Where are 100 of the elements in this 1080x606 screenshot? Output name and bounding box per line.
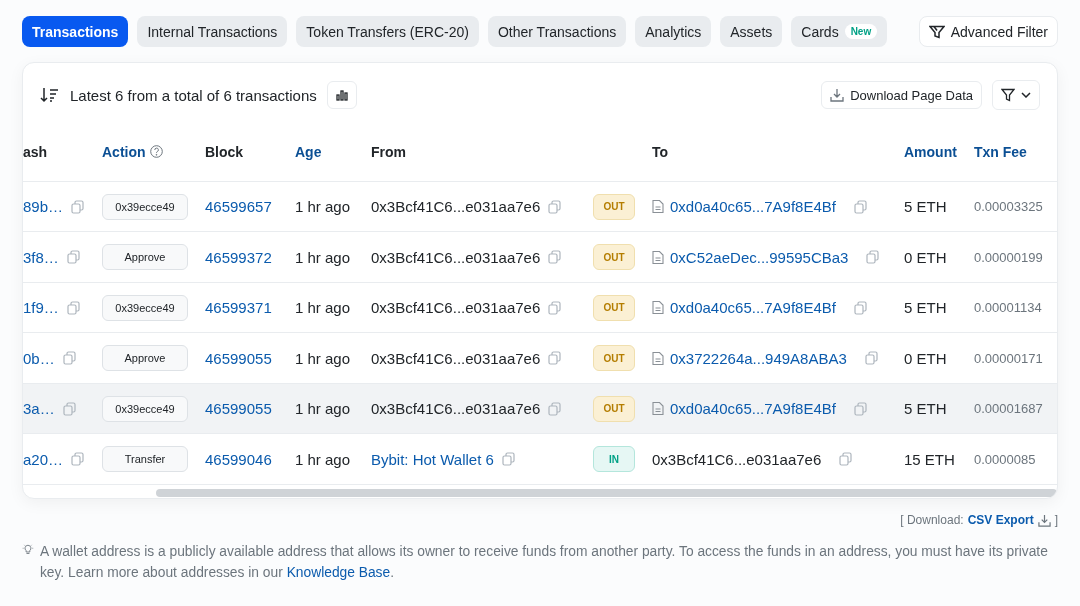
to-address: 0x3Bcf41C6...e031aa7e6 [652, 450, 822, 468]
column-header[interactable]: Action [102, 143, 205, 160]
out-badge: OUT [593, 345, 635, 372]
export-bracket: ] [1054, 513, 1058, 527]
chart-button[interactable] [326, 81, 357, 110]
download-button[interactable]: Download Page Data [821, 81, 982, 110]
hash-link[interactable]: 3f8… [23, 248, 59, 266]
fee-text: 0.00001134 [974, 300, 1042, 316]
tab[interactable]: Token Transfers (ERC-20) [296, 16, 479, 47]
amount-text: 0 ETH [904, 349, 947, 367]
block-link[interactable]: 46599055 [205, 400, 272, 418]
from-address: 0x3Bcf41C6...e031aa7e6 [371, 400, 541, 418]
download-icon [830, 88, 845, 103]
caret-icon [1021, 92, 1031, 99]
csv-export-link[interactable]: CSV Export [967, 513, 1051, 527]
copy-icon[interactable] [62, 401, 76, 416]
fee-text: 0.00001687 [974, 401, 1043, 417]
download-icon [1037, 513, 1051, 527]
action-tag: Approve [102, 345, 188, 372]
column-header[interactable]: Amount [904, 143, 974, 160]
sort-icon [40, 87, 60, 104]
age-text: 1 hr ago [295, 349, 351, 367]
from-address: 0x3Bcf41C6...e031aa7e6 [371, 349, 541, 367]
age-text: 1 hr ago [295, 198, 351, 216]
age-text: 1 hr ago [295, 400, 351, 418]
block-link[interactable]: 46599046 [205, 450, 272, 468]
action-tag: 0x39ecce49 [102, 193, 188, 220]
copy-icon[interactable] [864, 351, 878, 366]
advanced-filter-button[interactable]: Advanced Filter [918, 16, 1058, 47]
copy-icon[interactable] [66, 250, 80, 265]
action-tag: Transfer [102, 446, 188, 473]
in-badge: IN [593, 446, 635, 473]
block-link[interactable]: 46599372 [205, 248, 272, 266]
copy-icon[interactable] [866, 250, 880, 265]
tab[interactable]: Internal Transactions [137, 16, 288, 47]
copy-icon[interactable] [853, 199, 867, 214]
copy-icon[interactable] [548, 250, 562, 265]
to-link[interactable]: 0xd0a40c65...7A9f8E4Bf [670, 299, 836, 317]
amount-text: 15 ETH [904, 450, 955, 468]
copy-icon[interactable] [71, 199, 85, 214]
from-address: 0x3Bcf41C6...e031aa7e6 [371, 198, 541, 216]
action-tag: 0x39ecce49 [102, 294, 188, 321]
knowledge-base-link[interactable]: Knowledge Base [286, 565, 391, 580]
hash-link[interactable]: 89b… [23, 198, 64, 216]
filter-dropdown-button[interactable] [992, 80, 1040, 111]
to-link[interactable]: 0xd0a40c65...7A9f8E4Bf [670, 198, 836, 216]
copy-icon[interactable] [71, 452, 85, 467]
export-label: [ Download: [900, 513, 964, 527]
amount-text: 5 ETH [904, 299, 947, 317]
document-icon [652, 300, 664, 316]
out-badge: OUT [593, 395, 635, 422]
copy-icon[interactable] [548, 300, 562, 315]
tab[interactable]: Analytics [635, 16, 712, 47]
block-link[interactable]: 46599371 [205, 299, 272, 317]
out-badge: OUT [593, 294, 635, 321]
tab[interactable]: Cards New [791, 16, 888, 47]
copy-icon[interactable] [853, 401, 867, 416]
copy-icon[interactable] [548, 199, 562, 214]
to-link[interactable]: 0xC52aeDec...99595CBa3 [670, 248, 849, 266]
filter-icon [928, 24, 945, 39]
fee-text: 0.00000199 [974, 249, 1043, 265]
copy-icon[interactable] [501, 452, 515, 467]
from-link[interactable]: Bybit: Hot Wallet 6 [371, 450, 494, 468]
block-link[interactable]: 46599657 [205, 198, 272, 216]
amount-text: 0 ETH [904, 248, 947, 266]
from-address: 0x3Bcf41C6...e031aa7e6 [371, 248, 541, 266]
new-badge: New [844, 24, 878, 39]
block-link[interactable]: 46599055 [205, 349, 272, 367]
column-header[interactable]: Txn Fee [974, 143, 1057, 160]
copy-icon[interactable] [62, 351, 76, 366]
action-tag: Approve [102, 244, 188, 271]
bar-chart-icon [335, 89, 348, 101]
to-link[interactable]: 0x3722264a...949A8ABA3 [670, 349, 847, 367]
amount-text: 5 ETH [904, 198, 947, 216]
hash-link[interactable]: 1f9… [23, 299, 59, 317]
fee-text: 0.00000171 [974, 350, 1043, 366]
action-tag: 0x39ecce49 [102, 395, 188, 422]
tab[interactable]: Other Transactions [487, 16, 627, 47]
scrollbar-thumb[interactable] [156, 488, 1057, 497]
column-header: ash [23, 143, 49, 160]
info-note: A wallet address is a publicly available address that allows its owner to receive funds from another party. To access the funds in an address, you must have its private key. Learn more about addresses in our Knowledge Base. [39, 543, 1049, 582]
copy-icon[interactable] [66, 300, 80, 315]
to-link[interactable]: 0xd0a40c65...7A9f8E4Bf [670, 400, 836, 418]
help-icon [149, 145, 163, 159]
copy-icon[interactable] [839, 452, 853, 467]
hash-link[interactable]: a20… [23, 450, 64, 468]
copy-icon[interactable] [853, 300, 867, 315]
hash-link[interactable]: 3a… [23, 400, 55, 418]
summary-text: Latest 6 from a total of 6 transactions [70, 86, 317, 104]
age-text: 1 hr ago [295, 299, 351, 317]
tab[interactable]: Assets [720, 16, 783, 47]
tab[interactable]: Transactions [22, 16, 129, 47]
age-text: 1 hr ago [295, 450, 351, 468]
column-header[interactable]: Age [295, 143, 371, 160]
filter-icon [1001, 88, 1015, 103]
document-icon [652, 199, 664, 215]
amount-text: 5 ETH [904, 400, 947, 418]
copy-icon[interactable] [548, 401, 562, 416]
copy-icon[interactable] [548, 351, 562, 366]
hash-link[interactable]: 0b… [23, 349, 55, 367]
